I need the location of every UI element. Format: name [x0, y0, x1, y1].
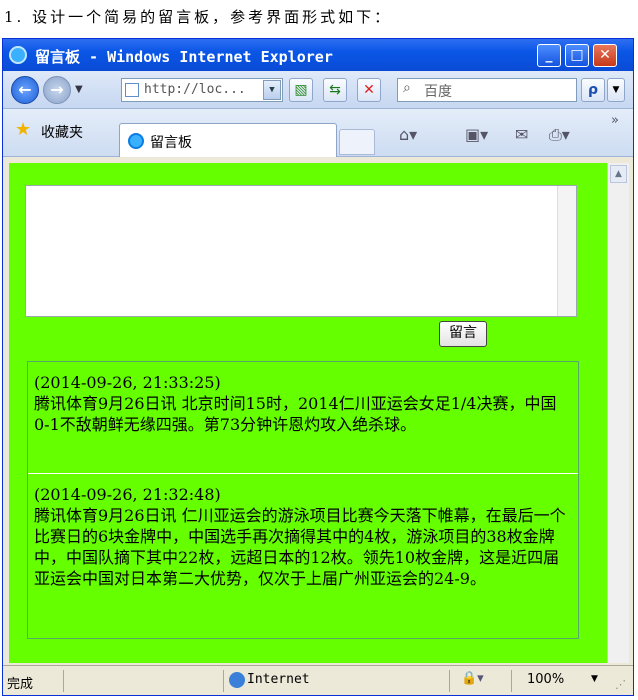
status-bar: 完成 Internet 🔒▾ 100% ▼ ⋰	[3, 665, 633, 695]
feeds-icon[interactable]: ▣▾	[465, 125, 488, 144]
maximize-button[interactable]: □	[565, 44, 589, 67]
refresh-button[interactable]: ⇆	[323, 78, 347, 102]
submit-message-button[interactable]: 留言	[439, 321, 487, 347]
security-zone: Internet	[247, 672, 310, 687]
status-divider	[449, 670, 450, 692]
navigation-bar: ← → ▼ http://loc... ▼ ▧ ⇆ ✕ ⌕ 百度 ρ ▼	[3, 71, 633, 109]
question-caption: 1. 设计一个简易的留言板，参考界面形式如下：	[4, 8, 393, 26]
close-button[interactable]: ✕	[593, 44, 617, 67]
window-title: 留言板 - Windows Internet Explorer	[35, 48, 333, 66]
zoom-level[interactable]: 100%	[527, 672, 564, 687]
minimize-button[interactable]: _	[537, 44, 561, 67]
message-item: (2014-09-26, 21:32:48) 腾讯体育9月26日讯 仁川亚运会的…	[28, 474, 578, 638]
status-divider	[511, 670, 512, 692]
tab-title: 留言板	[150, 135, 192, 151]
title-bar: 留言板 - Windows Internet Explorer _ □ ✕	[3, 39, 633, 71]
address-dropdown-button[interactable]: ▼	[263, 80, 281, 100]
forward-button[interactable]: →	[43, 76, 71, 104]
search-button[interactable]: ρ	[581, 78, 605, 102]
print-icon[interactable]: ⎙▾	[549, 125, 570, 145]
zoom-dropdown-icon[interactable]: ▼	[591, 674, 598, 684]
address-bar[interactable]: http://loc... ▼	[121, 78, 283, 102]
page-scrollbar[interactable]: ▲	[607, 163, 629, 663]
search-placeholder: 百度	[424, 84, 452, 100]
message-timestamp: (2014-09-26, 21:32:48)	[34, 485, 221, 504]
message-list: (2014-09-26, 21:33:25) 腾讯体育9月26日讯 北京时间15…	[27, 361, 579, 639]
page-content: 留言 (2014-09-26, 21:33:25) 腾讯体育9月26日讯 北京时…	[9, 163, 607, 663]
message-text: 腾讯体育9月26日讯 仁川亚运会的游泳项目比赛今天落下帷幕，在最后一个比赛日的6…	[34, 506, 566, 588]
message-input[interactable]	[25, 185, 577, 317]
search-options-icon[interactable]: ▼	[607, 78, 625, 102]
status-divider	[63, 670, 64, 692]
status-text: 完成	[7, 677, 34, 692]
message-item: (2014-09-26, 21:33:25) 腾讯体育9月26日讯 北京时间15…	[28, 362, 578, 474]
back-button[interactable]: ←	[11, 76, 39, 104]
stop-button[interactable]: ✕	[357, 78, 381, 102]
browser-window: 留言板 - Windows Internet Explorer _ □ ✕ ← …	[2, 38, 634, 696]
home-icon[interactable]: ⌂▾	[399, 125, 417, 144]
favorites-button[interactable]: 收藏夹	[41, 122, 83, 142]
protected-mode-icon[interactable]: 🔒▾	[461, 671, 484, 686]
mail-icon[interactable]: ✉	[515, 125, 528, 144]
more-tools-icon[interactable]: »	[611, 113, 619, 128]
favorites-star-icon: ★	[15, 119, 32, 140]
resize-grip-icon[interactable]: ⋰	[615, 678, 626, 691]
status-divider	[223, 670, 224, 692]
internet-globe-icon	[229, 672, 245, 688]
tab-current[interactable]: 留言板	[119, 123, 337, 157]
message-timestamp: (2014-09-26, 21:33:25)	[34, 373, 221, 392]
address-url: http://loc...	[144, 82, 246, 97]
history-dropdown-icon[interactable]: ▼	[75, 84, 83, 95]
textarea-scrollbar[interactable]	[557, 186, 576, 316]
favorites-bar: ★ 收藏夹 留言板 ⌂▾ ▣▾ ✉ ⎙▾ »	[3, 109, 633, 157]
tab-ie-icon	[128, 133, 144, 149]
ie-logo-icon	[9, 46, 27, 64]
new-tab-button[interactable]	[339, 129, 375, 155]
search-box[interactable]: ⌕ 百度	[397, 78, 577, 102]
search-provider-icon: ⌕	[403, 80, 411, 96]
message-text: 腾讯体育9月26日讯 北京时间15时，2014仁川亚运会女足1/4决赛，中国0-…	[34, 394, 557, 434]
scroll-up-icon[interactable]: ▲	[610, 165, 627, 183]
page-icon	[125, 83, 139, 97]
compatibility-icon[interactable]: ▧	[289, 78, 313, 102]
